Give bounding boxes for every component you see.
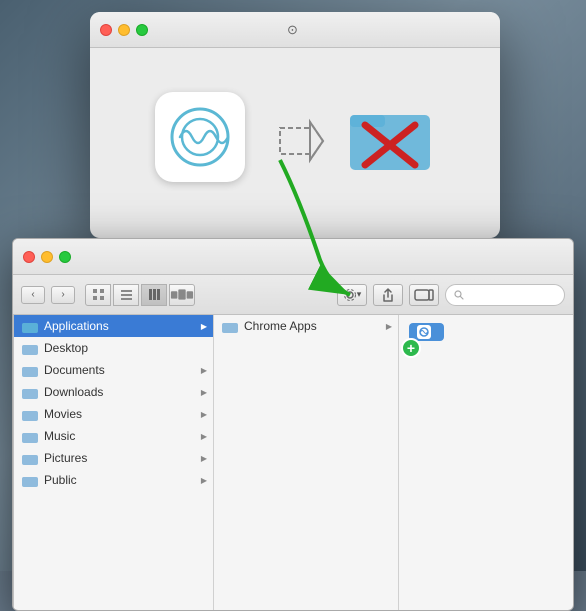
folder-icon-applications — [22, 320, 38, 333]
finder-titlebar — [13, 239, 573, 275]
finder-maximize-button[interactable] — [59, 251, 71, 263]
gear-icon — [343, 288, 357, 302]
installer-dialog: ⊙ — [90, 12, 500, 238]
close-button[interactable] — [100, 24, 112, 36]
file-column-2: Chrome Apps ▶ — [214, 315, 399, 610]
chrome-apps-label: Chrome Apps — [244, 319, 317, 333]
maximize-button[interactable] — [136, 24, 148, 36]
folder-icon-chrome — [222, 320, 238, 333]
column-view-icon — [148, 288, 161, 301]
share-button[interactable] — [373, 284, 403, 306]
minimize-button[interactable] — [118, 24, 130, 36]
column-view-button[interactable] — [141, 284, 167, 306]
folder-icon-pictures — [22, 452, 38, 465]
missive-item-container: + — [399, 315, 574, 350]
coverflow-icon — [170, 288, 194, 301]
icon-view-icon — [92, 288, 105, 301]
folder-icon-movies — [22, 408, 38, 421]
arrow-svg — [265, 116, 325, 166]
chevron-icon-dl: ▶ — [201, 388, 207, 397]
file-item-downloads[interactable]: Downloads ▶ — [14, 381, 213, 403]
chevron-icon-pics: ▶ — [201, 454, 207, 463]
applications-file-label: Applications — [44, 319, 109, 333]
add-badge: + — [401, 338, 421, 358]
finder-traffic-lights — [23, 251, 71, 263]
applications-folder-icon — [345, 92, 435, 182]
folder-icon-music — [22, 430, 38, 443]
file-columns: Applications ▶ Desktop Documents — [14, 315, 574, 610]
chevron-icon: ▶ — [201, 322, 207, 331]
chevron-icon-music: ▶ — [201, 432, 207, 441]
movies-label: Movies — [44, 407, 82, 421]
folder-icon-desktop — [22, 342, 38, 355]
file-item-chrome-apps[interactable]: Chrome Apps ▶ — [214, 315, 398, 337]
destination-container — [345, 92, 435, 190]
pictures-label: Pictures — [44, 451, 87, 465]
documents-file-label: Documents — [44, 363, 105, 377]
missive-badge-icon — [417, 325, 431, 339]
chevron-icon-pub: ▶ — [201, 476, 207, 485]
tag-button[interactable] — [409, 284, 439, 306]
music-label: Music — [44, 429, 75, 443]
file-column-1: Applications ▶ Desktop Documents — [14, 315, 214, 610]
folder-icon-documents — [22, 364, 38, 377]
file-item-public[interactable]: Public ▶ — [14, 469, 213, 491]
source-app-container — [155, 92, 245, 190]
icon-view-button[interactable] — [85, 284, 111, 306]
coverflow-view-button[interactable] — [169, 284, 195, 306]
public-label: Public — [44, 473, 77, 487]
file-item-applications[interactable]: Applications ▶ — [14, 315, 213, 337]
forward-button[interactable]: › — [51, 286, 75, 304]
chevron-icon-chrome: ▶ — [386, 322, 392, 331]
chevron-icon-docs: ▶ — [201, 366, 207, 375]
file-item-music[interactable]: Music ▶ — [14, 425, 213, 447]
desktop-file-label: Desktop — [44, 341, 88, 355]
folder-icon-downloads — [22, 386, 38, 399]
list-view-button[interactable] — [113, 284, 139, 306]
missive-mini-icon — [419, 327, 429, 337]
search-box[interactable] — [445, 284, 565, 306]
installer-titlebar: ⊙ — [90, 12, 500, 48]
file-column-3: + — [399, 315, 574, 610]
file-item-documents[interactable]: Documents ▶ — [14, 359, 213, 381]
finder-content: frodo — [13, 315, 573, 610]
finder-close-button[interactable] — [23, 251, 35, 263]
chevron-icon-mov: ▶ — [201, 410, 207, 419]
finder-window: ‹ › — [12, 238, 574, 611]
installer-title: ⊙ — [287, 22, 303, 38]
file-item-pictures[interactable]: Pictures ▶ — [14, 447, 213, 469]
back-button[interactable]: ‹ — [21, 286, 45, 304]
file-item-movies[interactable]: Movies ▶ — [14, 403, 213, 425]
missive-app-icon — [155, 92, 245, 182]
folder-svg — [345, 97, 435, 177]
finder-minimize-button[interactable] — [41, 251, 53, 263]
search-icon — [454, 290, 464, 300]
view-buttons — [85, 284, 195, 306]
traffic-lights — [100, 24, 148, 36]
installer-body — [90, 48, 500, 238]
title-icon: ⊙ — [287, 22, 298, 38]
share-icon — [382, 288, 394, 302]
file-item-desktop[interactable]: Desktop — [14, 337, 213, 359]
missive-icon-svg — [170, 107, 230, 167]
list-view-icon — [120, 288, 133, 301]
finder-toolbar: ‹ › — [13, 275, 573, 315]
folder-icon-public — [22, 474, 38, 487]
tag-icon — [414, 289, 434, 301]
install-arrow — [265, 116, 325, 166]
action-button[interactable]: ▾ — [337, 284, 367, 306]
downloads-file-label: Downloads — [44, 385, 103, 399]
